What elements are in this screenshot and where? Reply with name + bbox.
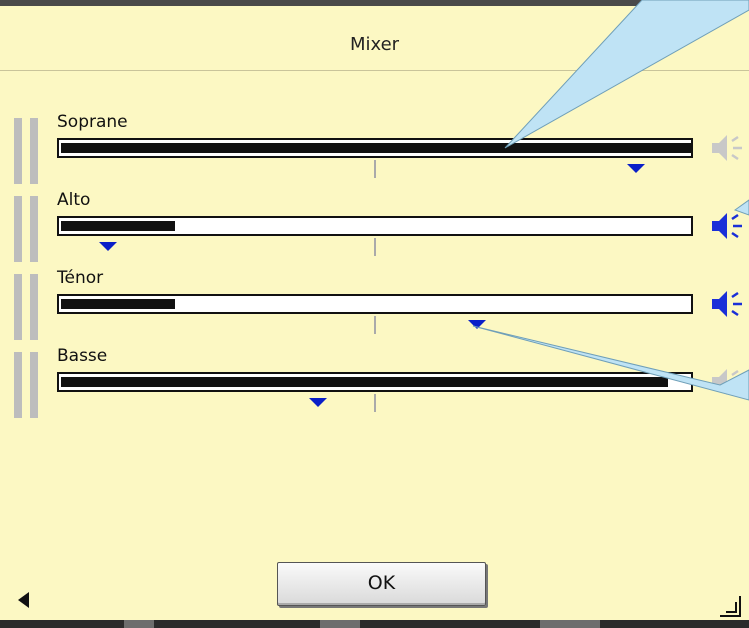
pan-marker[interactable] — [468, 320, 486, 329]
channel-row: Alto — [0, 190, 749, 266]
resize-handle-icon[interactable] — [718, 594, 742, 618]
pan-marker[interactable] — [99, 242, 117, 251]
window-title: Mixer — [349, 34, 400, 55]
pan-center-tick — [374, 316, 376, 334]
left-arrow-icon[interactable] — [18, 592, 29, 608]
speaker-icon[interactable] — [710, 288, 746, 320]
channel-label: Ténor — [57, 268, 104, 288]
volume-slider[interactable] — [57, 138, 693, 158]
channel-row: Basse — [0, 346, 749, 422]
volume-level-fill — [61, 377, 668, 387]
volume-level-fill — [61, 143, 693, 153]
title-bar: Mixer — [0, 20, 749, 71]
channel-row: Soprane — [0, 112, 749, 188]
drag-grip-icon[interactable] — [14, 274, 42, 340]
channel-row: Ténor — [0, 268, 749, 344]
speaker-icon[interactable] — [710, 366, 746, 398]
volume-level-fill — [61, 221, 175, 231]
volume-slider[interactable] — [57, 216, 693, 236]
pan-marker[interactable] — [309, 398, 327, 407]
pan-marker[interactable] — [627, 164, 645, 173]
pan-center-tick — [374, 394, 376, 412]
background-strip — [0, 620, 749, 628]
ok-button[interactable]: OK — [277, 562, 486, 606]
mixer-window: Mixer Soprane Alto Ténor Basse OK — [0, 0, 749, 620]
channel-label: Alto — [57, 190, 91, 210]
speaker-icon[interactable] — [710, 132, 746, 164]
volume-level-fill — [61, 299, 175, 309]
volume-slider[interactable] — [57, 294, 693, 314]
drag-grip-icon[interactable] — [14, 118, 42, 184]
channel-label: Soprane — [57, 112, 128, 132]
pan-center-tick — [374, 160, 376, 178]
drag-grip-icon[interactable] — [14, 196, 42, 262]
drag-grip-icon[interactable] — [14, 352, 42, 418]
pan-center-tick — [374, 238, 376, 256]
speaker-icon[interactable] — [710, 210, 746, 242]
channel-label: Basse — [57, 346, 108, 366]
volume-slider[interactable] — [57, 372, 693, 392]
